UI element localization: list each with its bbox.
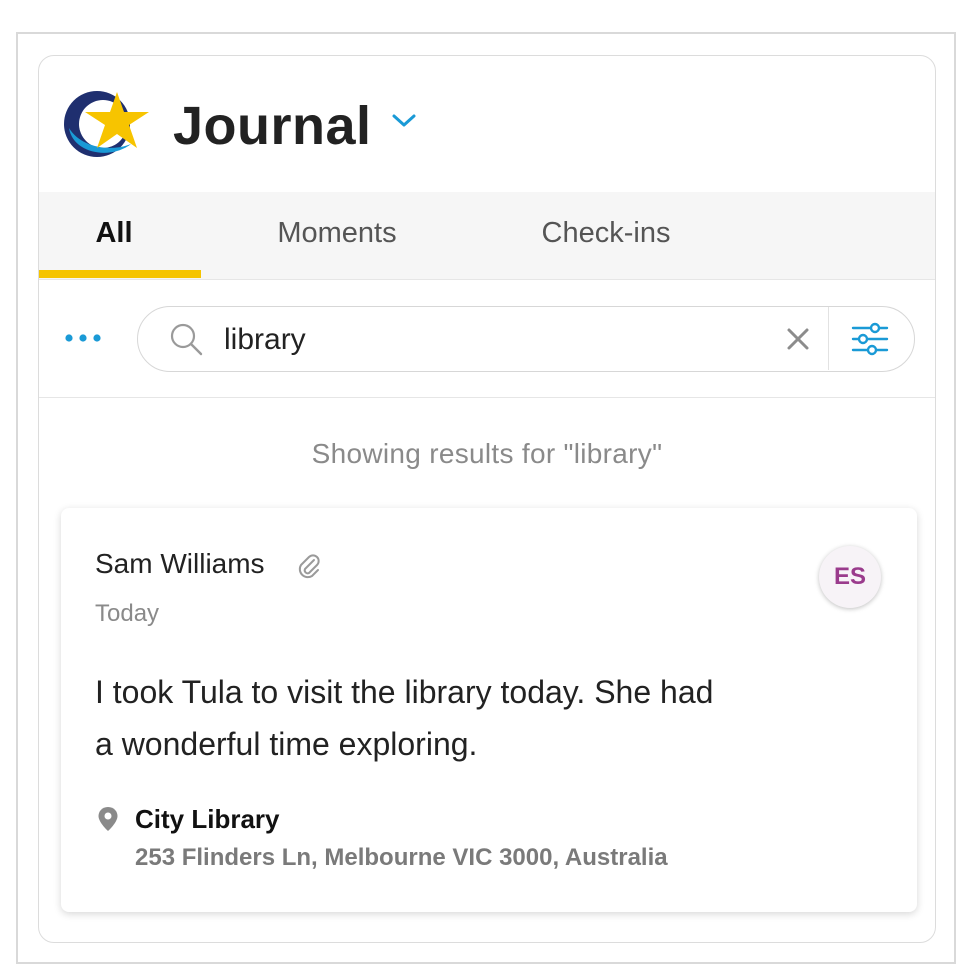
page-title: Journal — [173, 96, 372, 156]
filter-sliders-icon[interactable] — [850, 321, 890, 357]
location-address: 253 Flinders Ln, Melbourne VIC 3000, Aus… — [135, 844, 668, 871]
tab-label: All — [95, 217, 133, 249]
more-dots-icon[interactable] — [63, 330, 103, 346]
tab-all[interactable]: All — [39, 192, 189, 280]
location-pin-icon — [98, 807, 118, 831]
entry-author: Sam Williams — [95, 548, 265, 579]
journal-entry-card[interactable]: Sam Williams Today ES I took Tula to vis… — [61, 508, 917, 912]
tab-check-ins[interactable]: Check-ins — [523, 192, 689, 280]
location-name: City Library — [135, 804, 280, 834]
paperclip-icon — [298, 554, 320, 579]
search-box — [137, 306, 915, 372]
entry-date: Today — [95, 600, 160, 627]
search-results-note: Showing results for "library" — [311, 438, 663, 469]
search-icon — [170, 323, 203, 356]
chevron-down-icon[interactable] — [391, 112, 417, 130]
search-bar — [39, 280, 935, 398]
tab-label: Moments — [277, 217, 397, 249]
star-swoosh-logo — [64, 91, 149, 157]
journal-header: Journal — [39, 56, 935, 192]
tab-bar: All Moments Check-ins — [39, 192, 935, 280]
avatar[interactable]: ES — [819, 546, 881, 608]
search-divider — [828, 307, 829, 370]
tab-moments[interactable]: Moments — [249, 192, 425, 280]
tab-label: Check-ins — [541, 217, 671, 249]
search-input[interactable] — [222, 317, 786, 363]
active-tab-indicator — [39, 270, 201, 278]
close-icon[interactable] — [786, 327, 810, 351]
journal-panel: Journal All Moments Check-ins library Sh… — [38, 55, 936, 943]
entry-text: I took Tula to visit the library today. … — [95, 674, 714, 762]
